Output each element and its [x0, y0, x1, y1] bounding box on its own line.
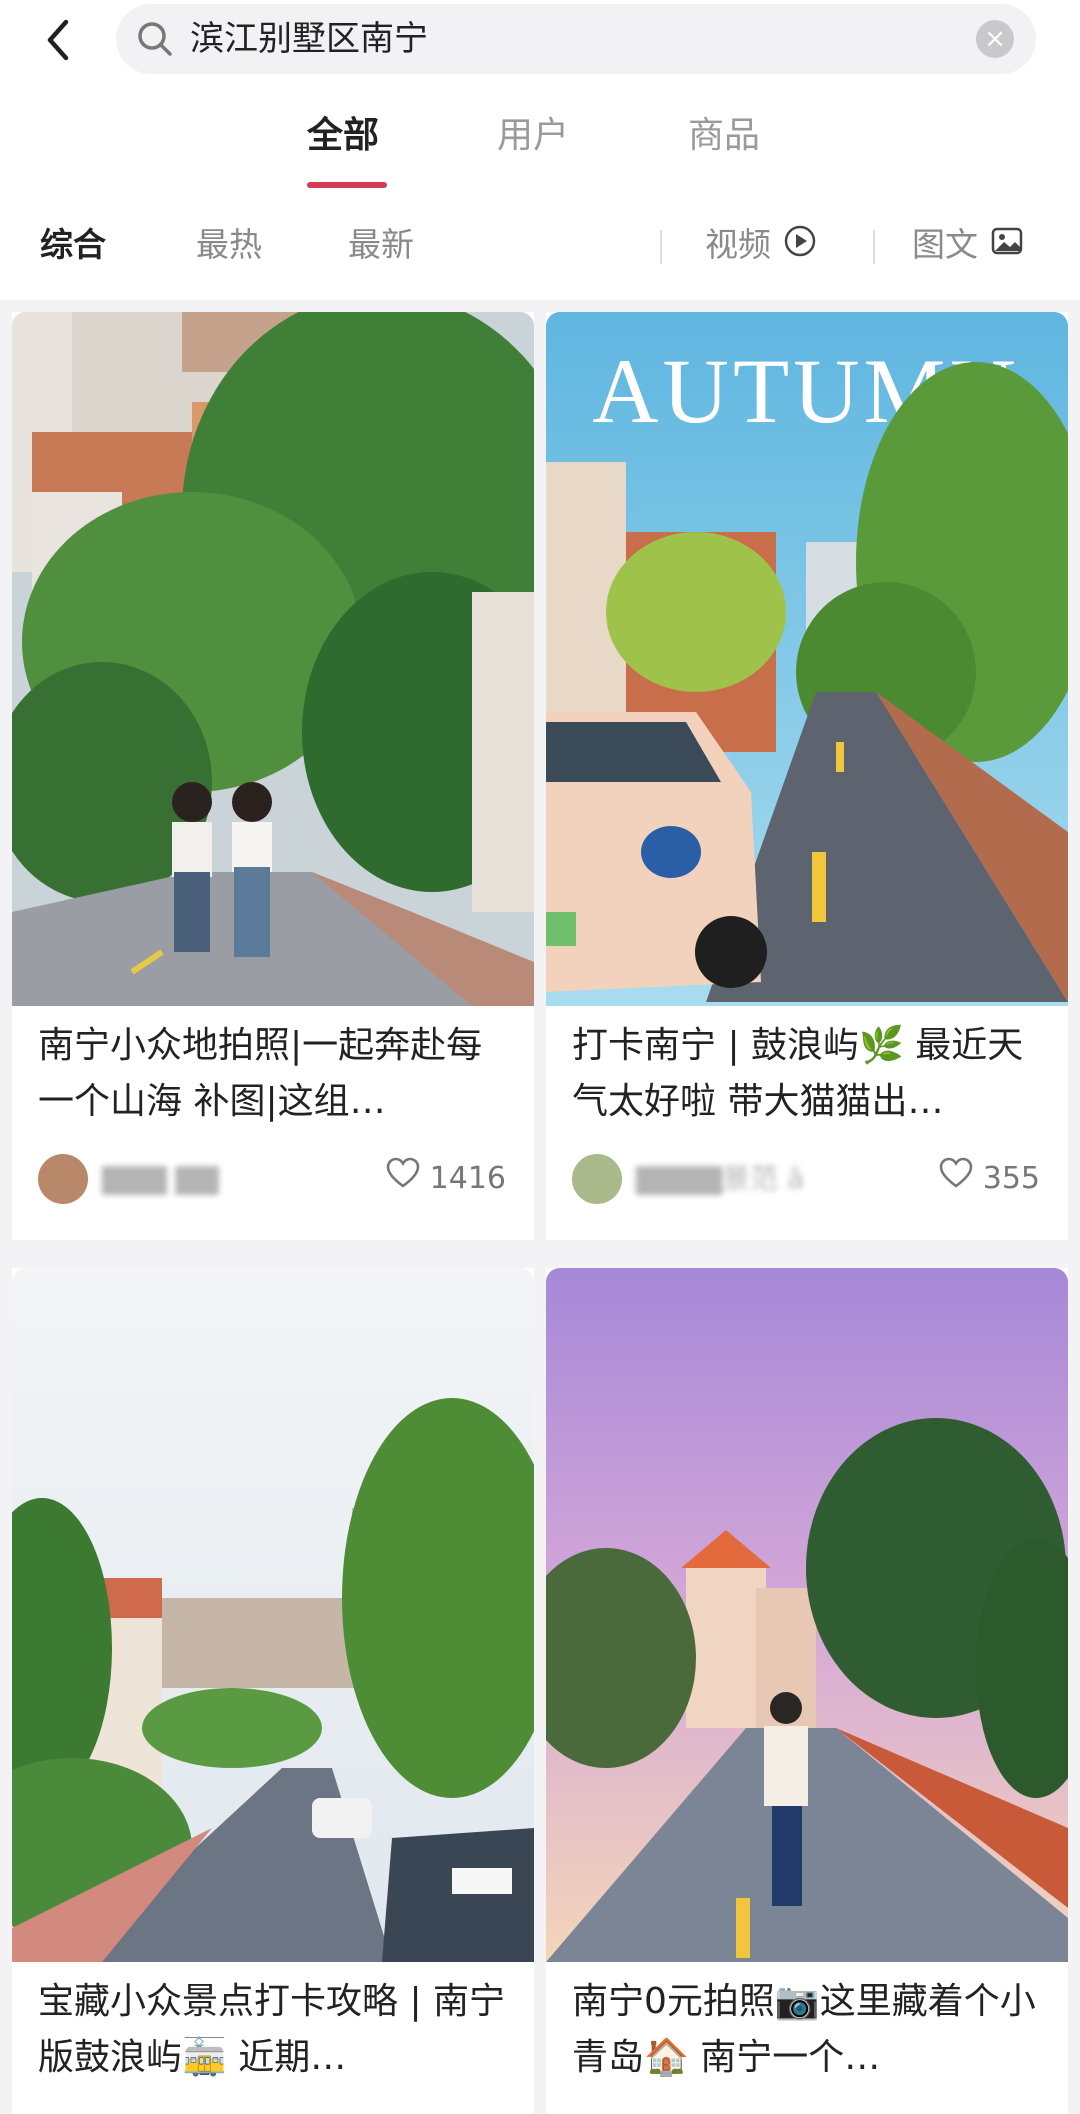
note-author-row: ▇▇▇▇景范 ā 355 — [572, 1154, 1040, 1204]
result-type-tabs: 全部 用户 商品 — [0, 110, 1080, 190]
note-card[interactable]: AUTUMN 打卡南宁 | 鼓浪屿🌿 最近天气太好啦 带大猫猫出… ▇▇▇▇景范… — [546, 312, 1068, 1240]
note-title[interactable]: 宝藏小众景点打卡攻略 | 南宁版鼓浪屿🚋 近期… — [38, 1974, 514, 2086]
note-cover-image — [546, 1268, 1068, 1962]
author-name[interactable]: ▇▇▇ ▇▇ — [102, 1160, 219, 1198]
filter-divider — [660, 230, 662, 264]
filter-imagetext[interactable]: 图文 — [912, 220, 1024, 272]
active-tab-indicator — [307, 182, 387, 188]
note-cover-image — [12, 1268, 534, 1962]
avatar[interactable] — [572, 1154, 622, 1204]
note-cover-image: AUTUMN — [546, 312, 1068, 1006]
back-arrow-icon[interactable] — [30, 8, 90, 68]
search-bar[interactable]: 滨江别墅区南宁 × — [116, 4, 1036, 74]
tab-all[interactable]: 全部 — [307, 110, 379, 162]
search-icon — [134, 18, 176, 60]
top-bar: 滨江别墅区南宁 × 全部 用户 商品 综合 最热 最新 视频 图文 — [0, 0, 1080, 300]
like-count[interactable]: 355 — [939, 1154, 1040, 1205]
avatar[interactable] — [38, 1154, 88, 1204]
like-count[interactable]: 1416 — [386, 1154, 506, 1205]
filter-video-label: 视频 — [705, 225, 771, 264]
note-title[interactable]: 打卡南宁 | 鼓浪屿🌿 最近天气太好啦 带大猫猫出… — [572, 1018, 1048, 1130]
note-card[interactable]: 南宁0元拍照📷这里藏着个小青岛🏠 南宁一个… — [546, 1268, 1068, 2114]
filter-imagetext-label: 图文 — [912, 225, 978, 264]
note-cover-image — [12, 312, 534, 1006]
image-icon — [990, 222, 1024, 272]
like-count-value: 355 — [982, 1161, 1040, 1196]
note-title[interactable]: 南宁小众地拍照|一起奔赴每一个山海 补图|这组… — [38, 1018, 514, 1130]
note-author-row: ▇▇▇ ▇▇ 1416 — [38, 1154, 506, 1204]
filter-bar: 综合 最热 最新 视频 图文 — [0, 220, 1080, 280]
note-card[interactable]: 南宁小众地拍照|一起奔赴每一个山海 补图|这组… ▇▇▇ ▇▇ 1416 — [12, 312, 534, 1240]
author-name[interactable]: ▇▇▇▇景范 ā — [636, 1160, 804, 1198]
filter-newest[interactable]: 最新 — [348, 220, 414, 270]
heart-icon — [386, 1155, 420, 1205]
filter-divider — [873, 230, 875, 264]
tab-products[interactable]: 商品 — [688, 110, 760, 162]
filter-hottest[interactable]: 最热 — [196, 220, 262, 270]
like-count-value: 1416 — [429, 1161, 506, 1196]
tab-users[interactable]: 用户 — [497, 110, 569, 162]
play-icon — [783, 222, 817, 272]
filter-comprehensive[interactable]: 综合 — [40, 220, 106, 270]
search-query-text[interactable]: 滨江别墅区南宁 — [190, 16, 428, 62]
heart-icon — [939, 1155, 973, 1205]
filter-video[interactable]: 视频 — [705, 220, 817, 272]
note-title[interactable]: 南宁0元拍照📷这里藏着个小青岛🏠 南宁一个… — [572, 1974, 1048, 2086]
note-card[interactable]: 宝藏小众景点打卡攻略 | 南宁版鼓浪屿🚋 近期… — [12, 1268, 534, 2114]
clear-icon[interactable]: × — [976, 20, 1014, 58]
